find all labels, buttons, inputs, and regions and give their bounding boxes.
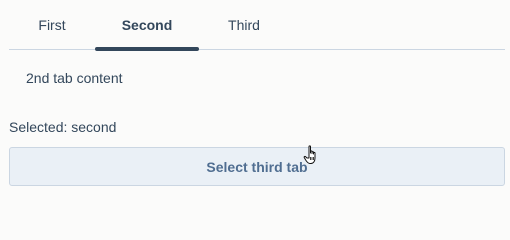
tab-first-label: First bbox=[38, 17, 66, 33]
tab-third-label: Third bbox=[228, 17, 260, 33]
hand-pointer-icon bbox=[303, 145, 316, 164]
selected-status-text: Selected: second bbox=[9, 119, 117, 135]
select-third-tab-button[interactable]: Select third tab bbox=[9, 147, 505, 186]
tab-third[interactable]: Third bbox=[199, 0, 289, 50]
tab-first[interactable]: First bbox=[9, 0, 95, 50]
tab-panel-content: 2nd tab content bbox=[26, 70, 123, 86]
tab-bar: First Second Third bbox=[9, 0, 505, 51]
select-third-tab-label: Select third tab bbox=[206, 158, 308, 175]
active-tab-indicator bbox=[95, 47, 199, 51]
tab-second-label: Second bbox=[121, 17, 173, 33]
tab-second[interactable]: Second bbox=[95, 0, 199, 50]
